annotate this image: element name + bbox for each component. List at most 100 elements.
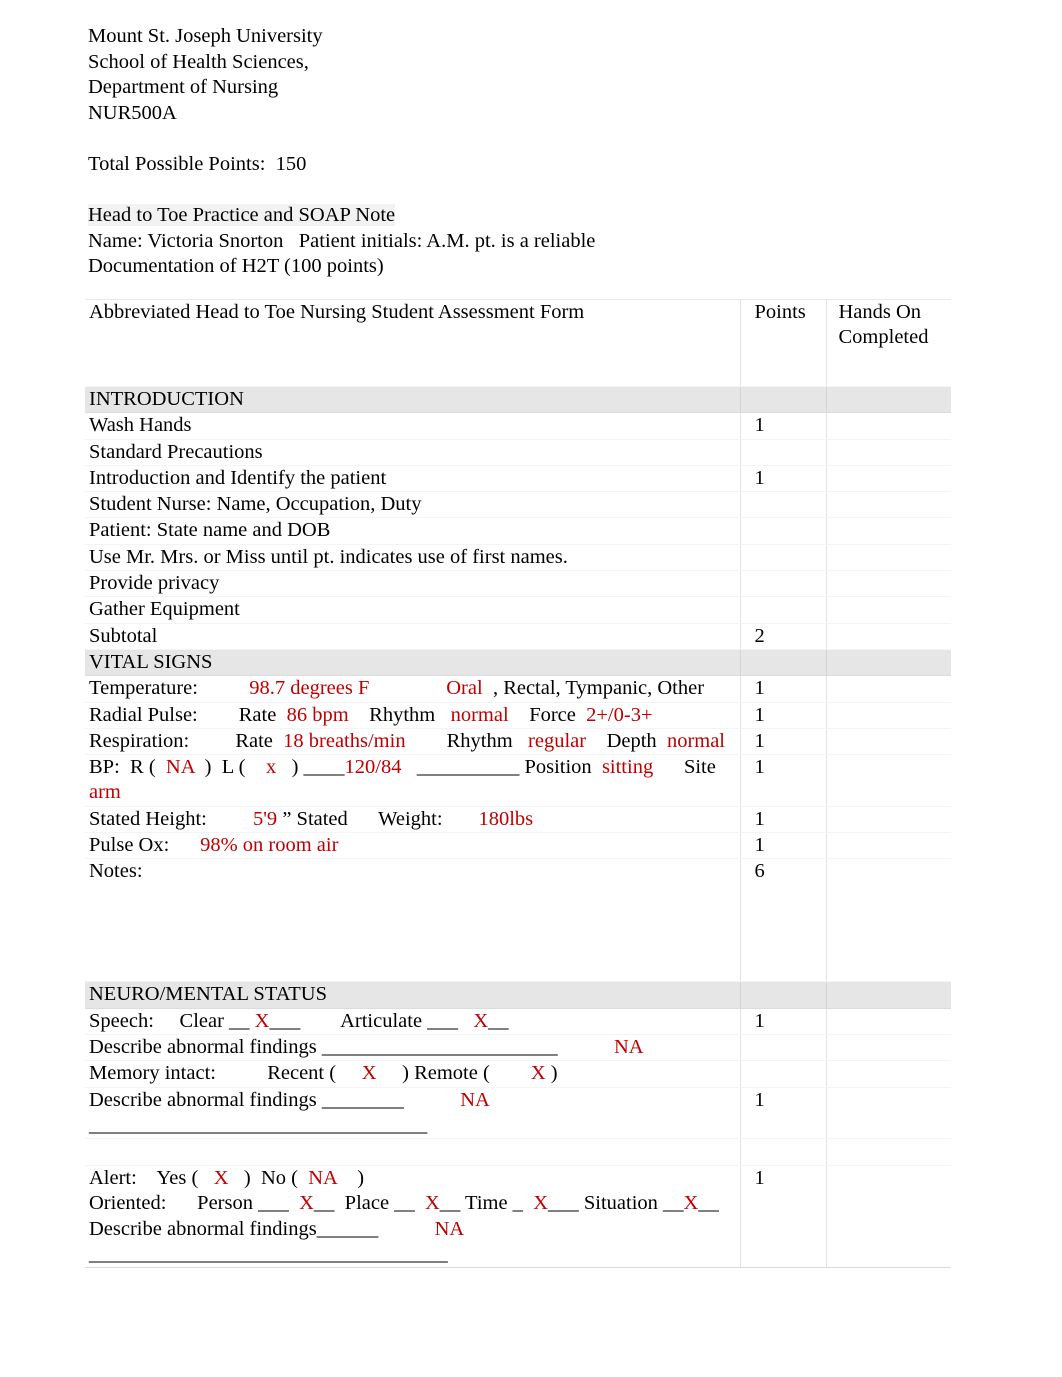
row-hands-on-completed[interactable]: [826, 491, 951, 519]
row-hands-on-completed[interactable]: [826, 648, 951, 677]
row-hands-on-completed[interactable]: [826, 805, 951, 834]
assessment-table-body: Abbreviated Head to Toe Nursing Student …: [85, 299, 951, 1269]
row-hands-on-completed[interactable]: [826, 596, 951, 624]
field-label: ” Stated Weight:: [277, 807, 479, 830]
row-hands-on-completed[interactable]: [826, 622, 951, 650]
row-description: Respiration: Rate 18 breaths/min Rhythm …: [85, 727, 741, 756]
section-header-row: VITAL SIGNS: [85, 648, 951, 677]
entered-value: regular: [528, 729, 587, 752]
row-description: Radial Pulse: Rate 86 bpm Rhythm normal …: [85, 701, 741, 729]
row-hands-on-completed[interactable]: [826, 385, 951, 414]
row-hands-on-completed[interactable]: [826, 1138, 951, 1167]
header-spacer-2: [88, 178, 888, 204]
radial-pulse-row: Radial Pulse: Rate 86 bpm Rhythm normal …: [85, 701, 951, 729]
row-hands-on-completed[interactable]: [826, 464, 951, 493]
field-label: __________ Position: [401, 756, 602, 779]
row-hands-on-completed[interactable]: [826, 1033, 951, 1062]
table-header-row: Abbreviated Head to Toe Nursing Student …: [85, 299, 951, 387]
entered-value: NA: [460, 1088, 490, 1111]
entered-value: X: [254, 1009, 270, 1032]
row-points: [740, 1033, 827, 1062]
field-label: __ Time _: [439, 1192, 534, 1215]
row-description: Wash Hands: [85, 412, 741, 440]
document-header: Mount St. Joseph University School of He…: [88, 24, 888, 280]
row-hands-on-completed[interactable]: [826, 858, 951, 983]
row-hands-on-completed[interactable]: [826, 412, 951, 440]
row-points: [740, 517, 827, 545]
field-label: Alert: Yes (: [89, 1167, 214, 1190]
row-hands-on-completed[interactable]: [826, 438, 951, 466]
section-title: VITAL SIGNS: [85, 648, 741, 677]
documentation-line: Documentation of H2T (100 points): [88, 255, 384, 278]
temperature-row: Temperature: 98.7 degrees F Oral , Recta…: [85, 675, 951, 703]
row-points: [740, 1138, 827, 1167]
row-points: 2: [740, 622, 827, 650]
row-hands-on-completed[interactable]: [826, 543, 951, 572]
row-hands-on-completed[interactable]: [826, 1007, 951, 1035]
row-description: Pulse Ox: 98% on room air: [85, 832, 741, 860]
entered-value: NA: [308, 1167, 337, 1190]
speech-abnormal-row: Describe abnormal findings _____________…: [85, 1033, 951, 1062]
entered-value: sitting: [601, 756, 654, 779]
row-rich-text: Pulse Ox: 98% on room air: [89, 834, 338, 856]
field-label: Radial Pulse: Rate: [89, 703, 287, 726]
field-label: [369, 677, 446, 699]
field-label: Memory intact: Recent (: [89, 1062, 362, 1085]
section-header-row: NEURO/MENTAL STATUS: [85, 981, 951, 1009]
document-page: Mount St. Joseph University School of He…: [0, 0, 1062, 1377]
row-hands-on-completed[interactable]: [826, 570, 951, 598]
table-row: Patient: State name and DOB: [85, 517, 951, 545]
row-points: [740, 570, 827, 598]
row-description: Gather Equipment: [85, 596, 741, 624]
table-row: Introduction and Identify the patient 1: [85, 464, 951, 493]
row-hands-on-completed[interactable]: [826, 675, 951, 703]
row-hands-on-completed[interactable]: [826, 1060, 951, 1088]
field-label: Describe abnormal findings _____________…: [89, 1035, 614, 1058]
field-label: _________________________________: [89, 1113, 428, 1136]
entered-value: X: [424, 1192, 440, 1215]
row-points: 1: [740, 754, 827, 807]
row-points: [740, 648, 827, 677]
row-points: 1: [740, 1007, 827, 1035]
row-hands-on-completed[interactable]: [826, 727, 951, 756]
row-hands-on-completed[interactable]: [826, 701, 951, 729]
row-points: [740, 438, 827, 466]
field-label: Force: [508, 703, 587, 726]
row-rich-text: Describe abnormal findings ________ NA _…: [89, 1089, 490, 1136]
assessment-form-table: Abbreviated Head to Toe Nursing Student …: [85, 299, 951, 1269]
row-hands-on-completed[interactable]: [826, 832, 951, 860]
field-label: ___ Articulate ___: [269, 1009, 474, 1032]
row-description: Subtotal: [85, 622, 741, 650]
memory-row: Memory intact: Recent ( X ) Remote ( X ): [85, 1060, 951, 1088]
header-line-department: Department of Nursing: [88, 76, 279, 99]
row-rich-text: Stated Height: 5'9 ” Stated Weight: 180l…: [89, 808, 533, 830]
header-spacer-1: [88, 126, 888, 152]
field-label: Stated Height:: [89, 807, 253, 830]
row-description: Provide privacy: [85, 570, 741, 598]
entered-value: NA: [165, 756, 195, 779]
row-hands-on-completed[interactable]: [826, 1165, 951, 1269]
row-hands-on-completed[interactable]: [826, 517, 951, 545]
row-hands-on-completed[interactable]: [826, 754, 951, 807]
row-description: Standard Precautions: [85, 438, 741, 466]
row-rich-text: Radial Pulse: Rate 86 bpm Rhythm normal …: [89, 704, 653, 726]
row-description: Memory intact: Recent ( X ) Remote ( X ): [85, 1060, 741, 1088]
table-row: [85, 1138, 951, 1167]
entered-value: X: [299, 1192, 314, 1215]
section-title: INTRODUCTION: [85, 385, 741, 414]
row-hands-on-completed[interactable]: [826, 1086, 951, 1140]
row-description: Student Nurse: Name, Occupation, Duty: [85, 491, 741, 519]
row-points: 1: [740, 1165, 827, 1269]
row-hands-on-completed[interactable]: [826, 981, 951, 1009]
row-points: [740, 596, 827, 624]
entered-value: arm: [89, 781, 121, 804]
row-description: Introduction and Identify the patient: [85, 464, 741, 493]
section-title: NEURO/MENTAL STATUS: [85, 981, 741, 1009]
blood-pressure-row: BP: R ( NA ) L ( x ) ____120/84 ________…: [85, 754, 951, 807]
entered-value: x: [265, 756, 277, 779]
row-description: BP: R ( NA ) L ( x ) ____120/84 ________…: [85, 754, 741, 807]
row-rich-text: Alert: Yes ( X ) No ( NA ) Oriented: Per…: [89, 1167, 719, 1265]
row-points: [740, 1060, 827, 1088]
header-line-course: NUR500A: [88, 101, 177, 124]
assignment-title-text: Head to Toe Practice and SOAP Note: [88, 204, 396, 227]
